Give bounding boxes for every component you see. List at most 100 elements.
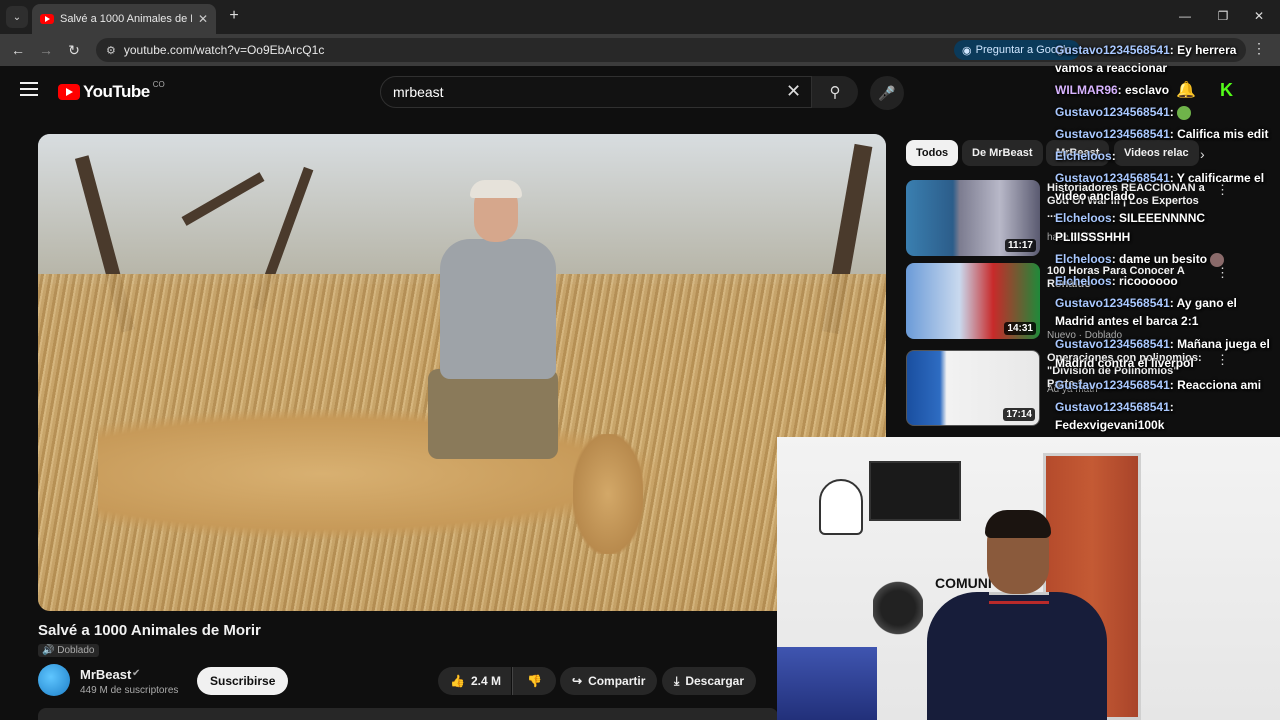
chat-username: Gustavo1234568541 <box>1055 127 1170 141</box>
chat-message: Elcheloos: SILEEENNNNC <box>1055 210 1280 226</box>
chat-username: Gustavo1234568541 <box>1055 337 1170 351</box>
chat-username: Elcheloos <box>1055 149 1112 163</box>
chat-message: Fedexvigevani100k <box>1055 417 1280 433</box>
new-tab-button[interactable]: + <box>224 6 244 26</box>
download-label: Descargar <box>685 674 745 688</box>
minimize-icon[interactable]: — <box>1174 6 1196 26</box>
video-thumbnail[interactable]: 11:17 <box>906 180 1040 256</box>
chat-text: : Ay gano el <box>1169 296 1237 310</box>
video-duration: 14:31 <box>1004 322 1036 335</box>
chat-username: Gustavo1234568541 <box>1055 171 1170 185</box>
emote-icon <box>1210 252 1225 267</box>
reload-icon[interactable]: ↻ <box>64 40 84 60</box>
chat-text: : Y calificarme el <box>1169 171 1265 185</box>
fan <box>873 573 923 643</box>
tab-title: Salvé a 1000 Animales de Morir <box>60 13 192 25</box>
chat-text: : Mañana juega el <box>1169 337 1270 351</box>
chat-message: PLIIISSSHHH <box>1055 229 1280 245</box>
chat-message: Gustavo1234568541: Mañana juega el <box>1055 336 1280 352</box>
chat-text: : SILEEENNNNC <box>1111 211 1206 225</box>
emote-icon <box>1177 105 1192 120</box>
webcam-overlay: COMUNI <box>777 437 1280 720</box>
chat-message: video anclado <box>1055 188 1280 204</box>
youtube-logo[interactable]: YouTube CO <box>58 80 165 102</box>
download-icon: ⤓ <box>674 673 680 688</box>
search-query[interactable]: mrbeast <box>393 84 444 100</box>
clear-search-icon[interactable]: ✕ <box>786 81 801 102</box>
browser-tab-active[interactable]: Salvé a 1000 Animales de Morir ✕ <box>32 4 216 34</box>
chat-username: Gustavo1234568541 <box>1055 296 1170 310</box>
menu-icon[interactable] <box>20 82 38 96</box>
thumbs-down-icon: 👎 <box>527 674 542 688</box>
chat-text: : esclavo <box>1117 83 1170 97</box>
verified-icon: ✔ <box>132 668 141 679</box>
chat-message: Elcheloos: dame un besito <box>1055 251 1280 267</box>
like-button[interactable]: 👍 2.4 M <box>438 667 511 695</box>
chat-text: : <box>1111 149 1116 163</box>
chat-username: WILMAR96 <box>1055 83 1118 97</box>
chat-message: vamos a reaccionar <box>1055 60 1280 76</box>
chat-text: : Califica mis edit <box>1169 127 1269 141</box>
chat-message: Elcheloos: ricoooooo <box>1055 273 1280 289</box>
back-arrow-icon[interactable]: ← <box>8 40 28 60</box>
video-title: Salvé a 1000 Animales de Morir <box>38 622 261 639</box>
chat-message: Madrid contra el liverpol <box>1055 355 1280 371</box>
dubbed-label: Doblado <box>57 645 95 656</box>
bed <box>777 647 877 720</box>
subscribe-button[interactable]: Suscribirse <box>197 667 289 695</box>
forward-arrow-icon[interactable]: → <box>36 40 56 60</box>
chat-username: Gustavo1234568541 <box>1055 43 1170 57</box>
site-info-icon[interactable]: ⚙ <box>106 44 116 57</box>
chip-todos[interactable]: Todos <box>906 140 959 166</box>
close-tab-icon[interactable]: ✕ <box>198 12 208 26</box>
chat-username: Gustavo1234568541 <box>1055 105 1170 119</box>
youtube-play-icon <box>58 84 80 100</box>
close-window-icon[interactable]: ✕ <box>1248 6 1270 26</box>
share-button[interactable]: ↪ Compartir <box>560 667 658 695</box>
video-duration: 17:14 <box>1003 408 1035 421</box>
video-player[interactable] <box>38 134 886 611</box>
share-label: Compartir <box>588 674 646 688</box>
tab-search-button[interactable]: ⌄ <box>6 6 28 28</box>
dubbed-badge: 🔊 Doblado <box>38 644 99 657</box>
channel-name[interactable]: MrBeast <box>80 667 131 682</box>
chat-message: WILMAR96: esclavo <box>1055 82 1280 98</box>
chat-username: Elcheloos <box>1055 274 1112 288</box>
chat-text: : <box>1169 400 1174 414</box>
video-thumbnail[interactable]: 14:31 <box>906 263 1040 339</box>
channel-avatar[interactable] <box>38 664 70 696</box>
chat-text: Madrid contra el liverpol <box>1055 356 1194 370</box>
share-icon: ↪ <box>572 674 583 688</box>
chat-text: : <box>1169 105 1174 119</box>
chevron-down-icon: ⌄ <box>12 11 22 23</box>
youtube-favicon-icon <box>40 14 54 24</box>
chat-message: Madrid antes el barca 2:1 <box>1055 313 1280 329</box>
chat-text: Madrid antes el barca 2:1 <box>1055 314 1199 328</box>
url-text[interactable]: youtube.com/watch?v=Oo9EbArcQ1c <box>124 43 324 57</box>
search-input[interactable]: mrbeast <box>380 76 812 108</box>
dislike-button[interactable]: 👎 <box>512 667 556 695</box>
chat-message: Gustavo1234568541: Ay gano el <box>1055 295 1280 311</box>
chat-username: Elcheloos <box>1055 252 1112 266</box>
microphone-icon: 🎤 <box>878 84 896 101</box>
description-box[interactable] <box>38 708 778 720</box>
chat-username: Gustavo1234568541 <box>1055 378 1170 392</box>
chat-message: Gustavo1234568541: Ey herrera <box>1055 42 1280 58</box>
chat-message: Gustavo1234568541: Y calificarme el <box>1055 170 1280 186</box>
chat-text: vamos a reaccionar <box>1055 61 1168 75</box>
chat-message: Gustavo1234568541: <box>1055 104 1280 120</box>
chip-de-mrbeast[interactable]: De MrBeast <box>962 140 1043 166</box>
search-button[interactable]: ⚲ <box>812 76 858 108</box>
chat-text: : Reacciona ami <box>1169 378 1262 392</box>
chat-text: : ricoooooo <box>1111 274 1178 288</box>
chat-text: Fedexvigevani100k <box>1055 418 1165 432</box>
download-button[interactable]: ⤓ Descargar <box>662 667 757 695</box>
chat-text: : dame un besito <box>1111 252 1208 266</box>
voice-search-button[interactable]: 🎤 <box>870 76 904 110</box>
like-count: 2.4 M <box>470 674 501 688</box>
subscriber-count: 449 M de suscriptores <box>80 685 179 696</box>
chat-username: Elcheloos <box>1055 211 1112 225</box>
thumbs-up-icon: 👍 <box>450 674 465 688</box>
maximize-icon[interactable]: ❐ <box>1212 6 1234 26</box>
video-thumbnail[interactable]: 17:14 <box>906 350 1040 426</box>
